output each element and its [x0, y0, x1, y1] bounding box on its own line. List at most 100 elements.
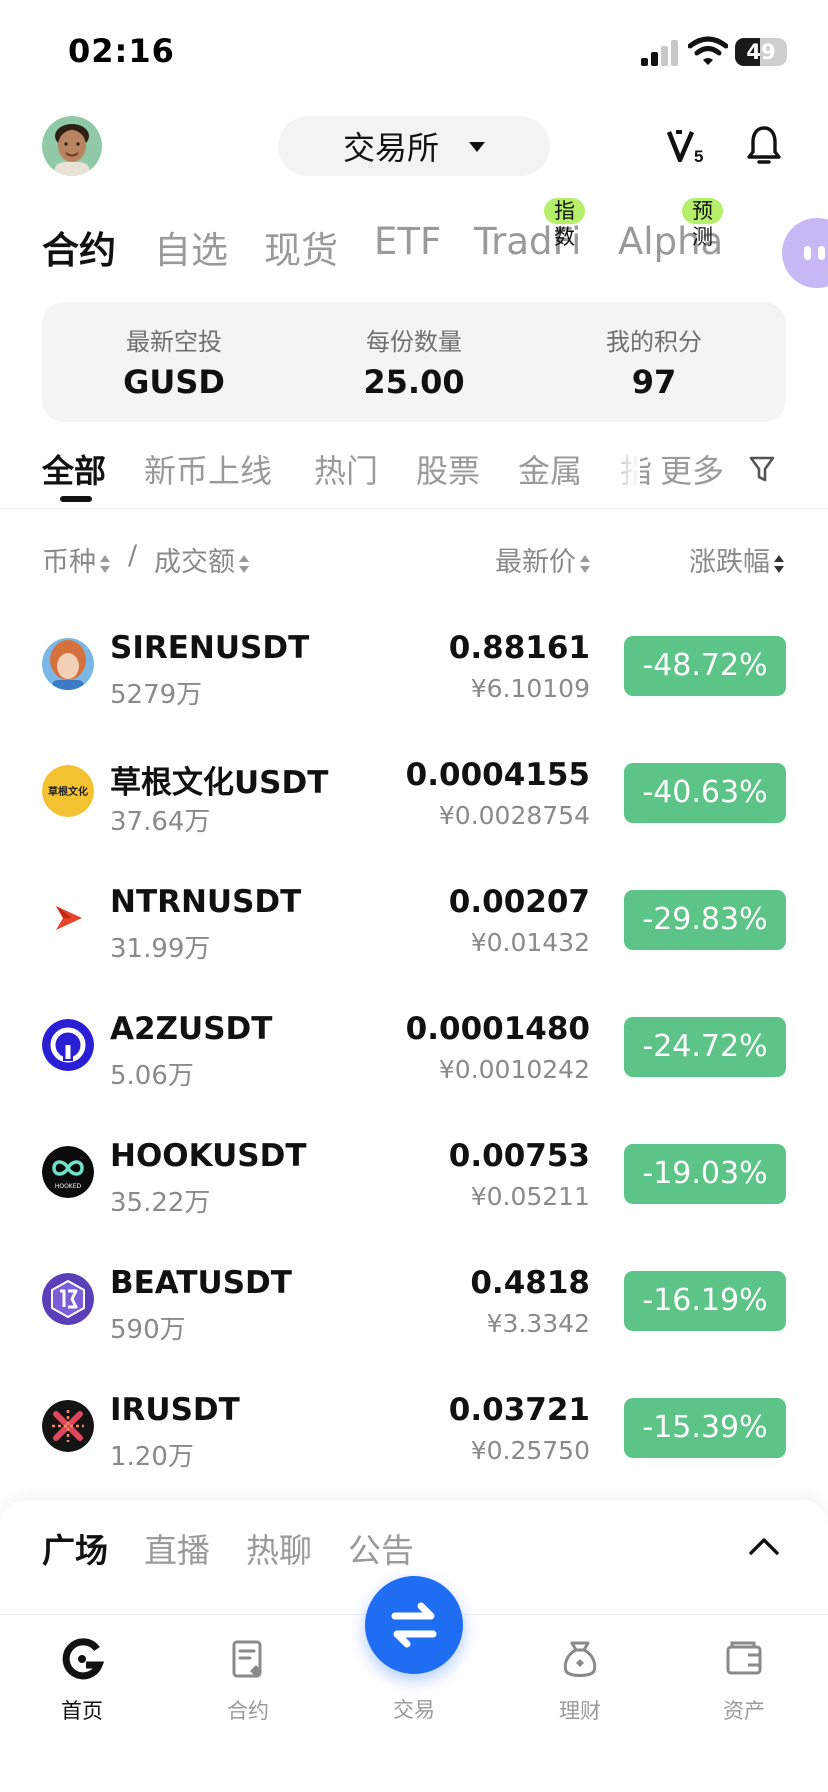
change-badge[interactable]: -19.03% [624, 1144, 786, 1204]
more-categories[interactable]: 更多 [660, 446, 724, 492]
tab-watchlist[interactable]: 自选 [154, 220, 228, 274]
coin-price: 0.4818 [470, 1265, 590, 1301]
tab-live[interactable]: 直播 [144, 1524, 210, 1572]
caogen-icon-text: 草根文化 [48, 785, 88, 798]
a2z-coin-icon [42, 1019, 94, 1071]
sort-by-price[interactable]: 最新价 [495, 540, 590, 579]
coin-price: 0.0001480 [405, 1011, 590, 1047]
quantity-value: 25.00 [363, 363, 465, 401]
market-row-a2z[interactable]: A2ZUSDT 5.06万 0.0001480 ¥0.0010242 -24.7… [0, 985, 828, 1112]
trade-button[interactable] [365, 1576, 463, 1674]
my-points-block: 我的积分 97 [554, 322, 754, 401]
nav-home[interactable]: 首页 [22, 1637, 142, 1725]
sort-by-volume[interactable]: 成交额 [154, 540, 249, 579]
coin-name: 草根文化USDT [110, 765, 329, 801]
tab-hot-chat[interactable]: 热聊 [246, 1524, 312, 1572]
sort-by-coin[interactable]: 币种 [42, 540, 110, 579]
tradfi-badge: 指数 [544, 198, 585, 249]
nav-home-label: 首页 [61, 1699, 103, 1723]
chevron-up-icon[interactable] [748, 1536, 780, 1556]
siren-coin-icon [42, 638, 94, 690]
category-tabs: 全部 新币上线 热门 股票 金属 指 更多 [0, 444, 828, 510]
change-badge[interactable]: -16.19% [624, 1271, 786, 1331]
user-avatar[interactable] [42, 116, 102, 176]
nav-earn-label: 理财 [559, 1699, 601, 1723]
market-row-siren[interactable]: SIRENUSDT 5279万 0.88161 ¥6.10109 -48.72% [0, 604, 828, 731]
coin-volume: 590万 [110, 1315, 186, 1345]
coin-price-cny: ¥6.10109 [470, 674, 590, 703]
coin-name: IRUSDT [110, 1392, 240, 1428]
coin-price-cny: ¥0.0010242 [438, 1055, 590, 1084]
sort-active-icon [774, 554, 784, 573]
alpha-badge: 预测 [682, 198, 723, 249]
ntrn-coin-icon [42, 892, 94, 944]
market-row-ir[interactable]: IRUSDT 1.20万 0.03721 ¥0.25750 -15.39% [0, 1366, 828, 1493]
list-header: 币种 / 成交额 最新价 涨跌幅 [0, 540, 828, 584]
category-metals[interactable]: 金属 [518, 446, 582, 492]
points-card[interactable]: 最新空投 GUSD 每份数量 25.00 我的积分 97 [42, 302, 786, 422]
divider [0, 508, 828, 509]
change-header-label: 涨跌幅 [689, 547, 770, 578]
market-row-hook[interactable]: HOOKED HOOKUSDT 35.22万 0.00753 ¥0.05211 … [0, 1112, 828, 1239]
coin-volume: 31.99万 [110, 934, 211, 964]
earn-icon [563, 1641, 597, 1677]
status-bar: 02:16 49 [0, 0, 828, 100]
airdrop-label: 最新空投 [126, 328, 222, 356]
nav-assets[interactable]: 资产 [684, 1637, 804, 1725]
assistant-bubble-icon[interactable] [782, 218, 828, 288]
change-badge[interactable]: -24.72% [624, 1017, 786, 1077]
nav-earn[interactable]: 理财 [520, 1637, 640, 1725]
nav-futures[interactable]: 合约 [188, 1637, 308, 1725]
volume-header-label: 成交额 [154, 547, 235, 578]
caogen-coin-icon: 草根文化 [42, 765, 94, 817]
vip-5-icon[interactable]: 5 [666, 124, 710, 168]
category-hot[interactable]: 热门 [314, 446, 378, 492]
market-row-caogen[interactable]: 草根文化 草根文化USDT 37.64万 0.0004155 ¥0.002875… [0, 731, 828, 858]
market-row-ntrn[interactable]: NTRNUSDT 31.99万 0.00207 ¥0.01432 -29.83% [0, 858, 828, 985]
coin-price: 0.0004155 [405, 757, 590, 793]
battery-level: 49 [746, 40, 776, 64]
coin-volume: 35.22万 [110, 1188, 211, 1218]
tab-announcements[interactable]: 公告 [348, 1524, 414, 1572]
change-badge[interactable]: -48.72% [624, 636, 786, 696]
category-stocks[interactable]: 股票 [416, 446, 480, 492]
svg-text:5: 5 [694, 147, 703, 166]
category-new-listings[interactable]: 新币上线 [144, 446, 272, 492]
status-time: 02:16 [68, 32, 175, 70]
my-points-value: 97 [631, 363, 677, 401]
cellular-signal-icon [641, 40, 679, 66]
airdrop-block: 最新空投 GUSD [74, 322, 274, 401]
coin-name: A2ZUSDT [110, 1011, 273, 1047]
tab-etf[interactable]: ETF [374, 220, 441, 263]
filter-icon[interactable] [748, 454, 776, 484]
coin-price: 0.00207 [448, 884, 590, 920]
sort-icon [239, 554, 249, 573]
coin-name: BEATUSDT [110, 1265, 292, 1301]
coin-volume: 5.06万 [110, 1061, 194, 1091]
tab-spot[interactable]: 现货 [264, 220, 338, 274]
change-badge[interactable]: -29.83% [624, 890, 786, 950]
tab-square[interactable]: 广场 [42, 1524, 108, 1572]
coin-volume: 37.64万 [110, 807, 211, 837]
exchange-label: 交易所 [342, 129, 439, 167]
active-tab-underline [60, 496, 92, 502]
nav-assets-label: 资产 [723, 1699, 765, 1723]
home-icon [62, 1638, 104, 1680]
coin-volume: 5279万 [110, 680, 203, 710]
hook-coin-icon: HOOKED [42, 1146, 94, 1198]
bell-icon[interactable] [746, 124, 782, 168]
nav-trade-label: 交易 [393, 1698, 435, 1722]
change-badge[interactable]: -40.63% [624, 763, 786, 823]
exchange-selector[interactable]: 交易所 [278, 116, 550, 176]
coin-price-cny: ¥0.0028754 [438, 801, 590, 830]
change-badge[interactable]: -15.39% [624, 1398, 786, 1458]
coin-price: 0.00753 [448, 1138, 590, 1174]
coin-price-cny: ¥0.01432 [470, 928, 590, 957]
sort-by-change[interactable]: 涨跌幅 [689, 540, 784, 579]
coin-price: 0.88161 [448, 630, 590, 666]
sort-icon [100, 554, 110, 573]
market-row-beat[interactable]: BEATUSDT 590万 0.4818 ¥3.3342 -16.19% [0, 1239, 828, 1366]
hooked-icon-text: HOOKED [55, 1183, 82, 1190]
category-all[interactable]: 全部 [42, 446, 106, 492]
tab-futures[interactable]: 合约 [42, 220, 116, 274]
